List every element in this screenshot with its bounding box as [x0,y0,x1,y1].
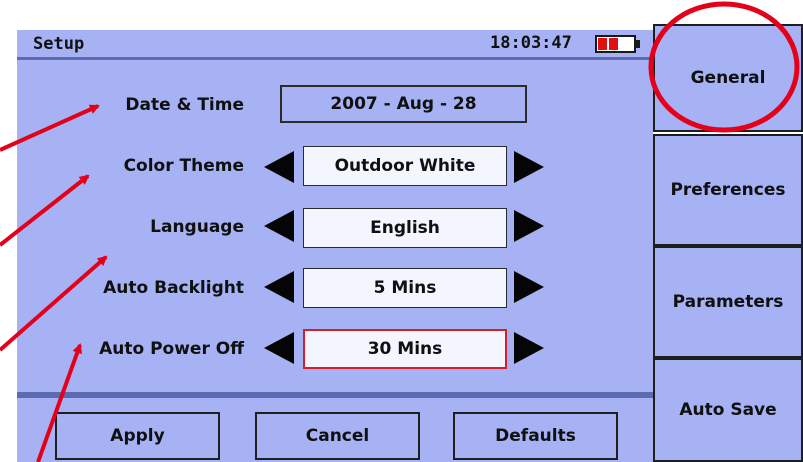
auto-power-off-right-arrow-icon[interactable] [512,331,546,365]
color-theme-label: Color Theme [123,156,244,176]
language-value: English [303,208,507,248]
setup-screen: Setup 18:03:47 Date & Time 2007 - Aug - … [0,0,803,462]
color-theme-right-arrow-icon[interactable] [512,150,546,184]
auto-power-off-value: 30 Mins [303,329,507,369]
auto-backlight-left-arrow-icon[interactable] [262,270,296,304]
color-theme-left-arrow-icon[interactable] [262,150,296,184]
clock-time: 18:03:47 [490,33,572,53]
auto-power-off-left-arrow-icon[interactable] [262,331,296,365]
date-time-button[interactable]: 2007 - Aug - 28 [280,85,527,123]
battery-icon [595,35,640,53]
color-theme-value: Outdoor White [303,146,507,186]
page-title: Setup [33,34,85,54]
auto-power-off-label: Auto Power Off [99,339,244,359]
language-label: Language [150,217,244,237]
apply-button[interactable]: Apply [55,412,220,460]
auto-backlight-value: 5 Mins [303,268,507,308]
tab-general[interactable]: General [653,24,803,132]
language-left-arrow-icon[interactable] [262,209,296,243]
language-right-arrow-icon[interactable] [512,209,546,243]
cancel-button[interactable]: Cancel [255,412,420,460]
auto-backlight-label: Auto Backlight [103,278,244,298]
auto-backlight-right-arrow-icon[interactable] [512,270,546,304]
defaults-button[interactable]: Defaults [453,412,618,460]
date-time-label: Date & Time [125,95,244,115]
tab-parameters[interactable]: Parameters [653,246,803,358]
tab-preferences[interactable]: Preferences [653,134,803,246]
bottom-separator [17,392,653,398]
tab-auto-save[interactable]: Auto Save [653,358,803,462]
